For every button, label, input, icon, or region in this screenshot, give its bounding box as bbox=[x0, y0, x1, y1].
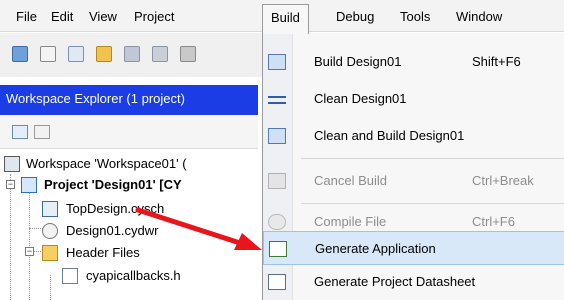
menu-separator bbox=[301, 158, 564, 159]
menu-item-label: Clean Design01 bbox=[314, 91, 407, 106]
design-wide-resources-icon bbox=[42, 223, 58, 239]
open-folder-icon[interactable] bbox=[96, 46, 112, 62]
menu-item-label: Generate Project Datasheet bbox=[314, 274, 476, 289]
workspace-explorer-header: Workspace Explorer (1 project) bbox=[0, 85, 258, 115]
menu-item-label: Build Design01 bbox=[314, 54, 402, 69]
menu-item-clean-and-build[interactable]: Clean and Build Design01 bbox=[263, 119, 564, 153]
tree-item-header-files[interactable]: Header Files bbox=[66, 243, 140, 263]
menu-item-label: Cancel Build bbox=[314, 173, 387, 188]
menu-item-clean-design[interactable]: Clean Design01 bbox=[263, 82, 564, 116]
tree-item-file[interactable]: cyapicallbacks.h bbox=[86, 266, 181, 286]
clean-build-icon bbox=[268, 128, 286, 144]
build-menu-dropdown: Build Design01 Shift+F6 Clean Design01 C… bbox=[262, 33, 564, 300]
menu-window[interactable]: Window bbox=[454, 8, 504, 28]
view-files-icon[interactable] bbox=[34, 125, 50, 139]
menu-item-shortcut: Shift+F6 bbox=[472, 54, 521, 69]
menu-item-generate-application[interactable]: Generate Application bbox=[263, 231, 564, 265]
menu-project[interactable]: Project bbox=[132, 8, 176, 28]
generate-application-icon bbox=[269, 241, 287, 257]
menu-item-shortcut: Ctrl+Break bbox=[472, 173, 534, 188]
menu-edit[interactable]: Edit bbox=[49, 8, 75, 28]
menu-item-label: Generate Application bbox=[315, 241, 436, 256]
datasheet-icon bbox=[268, 274, 286, 290]
menu-view[interactable]: View bbox=[87, 8, 119, 28]
cancel-build-icon bbox=[268, 173, 286, 189]
menu-bar: File Edit View Project Build Debug Tools… bbox=[0, 0, 564, 34]
header-file-icon bbox=[62, 268, 78, 284]
save-icon[interactable] bbox=[124, 46, 140, 62]
view-components-icon[interactable] bbox=[12, 125, 28, 139]
print-icon[interactable] bbox=[180, 46, 196, 62]
menu-item-label: Compile File bbox=[314, 214, 387, 229]
tree-guide-line bbox=[50, 275, 51, 300]
toolbar bbox=[0, 33, 262, 77]
menu-file[interactable]: File bbox=[14, 8, 39, 28]
add-item-icon[interactable] bbox=[68, 46, 84, 62]
menu-item-cancel-build: Cancel Build Ctrl+Break bbox=[263, 164, 564, 198]
folder-icon bbox=[42, 245, 58, 261]
menu-separator bbox=[301, 203, 564, 204]
tree-item-workspace[interactable]: Workspace 'Workspace01' ( bbox=[26, 154, 187, 174]
tree-guide-line bbox=[29, 186, 30, 300]
collapse-icon[interactable]: − bbox=[25, 247, 34, 256]
new-file-icon[interactable] bbox=[40, 46, 56, 62]
collapse-icon[interactable]: − bbox=[6, 180, 15, 189]
tree-item-project[interactable]: Project 'Design01' [CY bbox=[44, 175, 182, 195]
menu-debug[interactable]: Debug bbox=[334, 8, 376, 28]
menu-item-build-design[interactable]: Build Design01 Shift+F6 bbox=[263, 45, 564, 79]
clean-icon bbox=[268, 96, 286, 104]
compile-file-icon bbox=[268, 214, 286, 230]
menu-build[interactable]: Build bbox=[262, 4, 309, 34]
schematic-icon bbox=[42, 201, 58, 217]
build-icon bbox=[268, 54, 286, 70]
tree-item-topdesign[interactable]: TopDesign.cysch bbox=[66, 199, 164, 219]
new-workspace-icon[interactable] bbox=[12, 46, 28, 62]
menu-item-label: Clean and Build Design01 bbox=[314, 128, 465, 143]
menu-item-shortcut: Ctrl+F6 bbox=[472, 214, 515, 229]
tree-guide-line bbox=[29, 228, 43, 229]
project-icon bbox=[21, 177, 37, 193]
menu-item-generate-datasheet[interactable]: Generate Project Datasheet bbox=[263, 265, 564, 299]
workspace-icon bbox=[4, 156, 20, 172]
workspace-toolbar bbox=[0, 115, 258, 149]
menu-tools[interactable]: Tools bbox=[398, 8, 432, 28]
save-all-icon[interactable] bbox=[152, 46, 168, 62]
tree-item-cydwr[interactable]: Design01.cydwr bbox=[66, 221, 159, 241]
tree-guide-line bbox=[10, 174, 11, 300]
workspace-tree: Workspace 'Workspace01' ( − Project 'Des… bbox=[0, 150, 258, 300]
